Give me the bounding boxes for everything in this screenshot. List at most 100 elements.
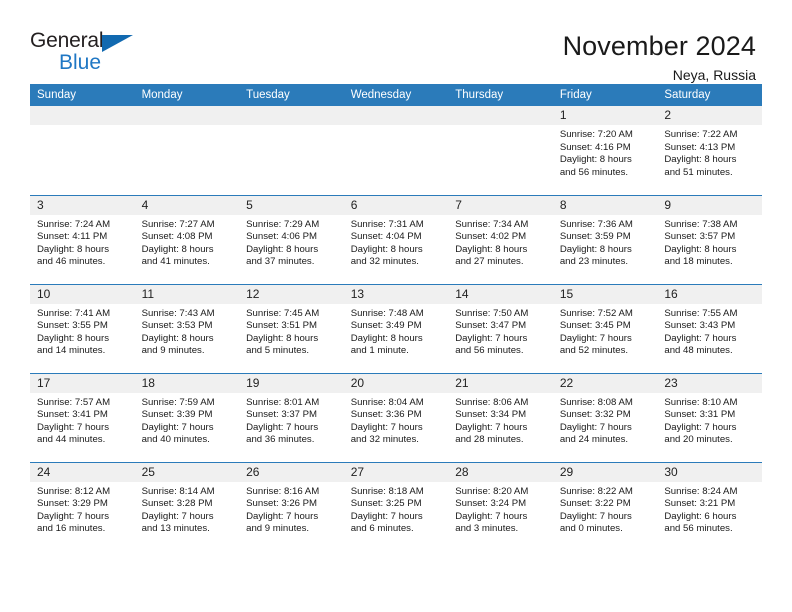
sunrise-text: Sunrise: 8:14 AM [141, 485, 215, 497]
day-cell-content: 14 Sunrise: 7:50 AM Sunset: 3:47 PM Dayligh… [448, 284, 553, 373]
day-number [239, 106, 344, 125]
daylight-text-line2: and 1 minute. [350, 345, 409, 357]
calendar-day-cell[interactable]: 28 Sunrise: 8:20 AM Sunset: 3:24 PM Dayligh… [448, 461, 553, 551]
calendar-day-cell[interactable]: 8 Sunrise: 7:36 AM Sunset: 3:59 PM Daylight… [552, 194, 658, 284]
calendar-day-cell[interactable]: 12 Sunrise: 7:45 AM Sunset: 3:51 PM Dayligh… [239, 283, 344, 373]
calendar-day-cell[interactable]: 19 Sunrise: 8:01 AM Sunset: 3:37 PM Dayligh… [239, 372, 344, 462]
calendar-day-cell[interactable]: 7 Sunrise: 7:34 AM Sunset: 4:02 PM Daylight… [448, 194, 553, 284]
sunset-text: Sunset: 4:16 PM [559, 141, 631, 153]
day-cell-content: 7 Sunrise: 7:34 AM Sunset: 4:02 PM Daylight… [448, 195, 553, 284]
day-details: Sunrise: 8:12 AM Sunset: 3:29 PM Daylight:… [30, 482, 135, 536]
calendar-day-cell[interactable]: 4 Sunrise: 7:27 AM Sunset: 4:08 PM Daylight… [134, 194, 240, 284]
day-cell-content: 15 Sunrise: 7:52 AM Sunset: 3:45 PM Dayligh… [552, 284, 658, 373]
sunrise-text: Sunrise: 8:08 AM [559, 396, 633, 408]
calendar-day-cell[interactable]: 1 Sunrise: 7:20 AM Sunset: 4:16 PM Daylight… [552, 106, 658, 195]
calendar-day-cell[interactable]: 20 Sunrise: 8:04 AM Sunset: 3:36 PM Dayligh… [343, 372, 449, 462]
calendar-day-cell[interactable]: 18 Sunrise: 7:59 AM Sunset: 3:39 PM Dayligh… [134, 372, 240, 462]
calendar-day-cell[interactable]: 21 Sunrise: 8:06 AM Sunset: 3:34 PM Dayligh… [448, 372, 553, 462]
calendar-day-cell[interactable]: 17 Sunrise: 7:57 AM Sunset: 3:41 PM Dayligh… [30, 372, 135, 462]
day-details: Sunrise: 7:41 AM Sunset: 3:55 PM Daylight:… [30, 304, 135, 358]
daylight-text-line1: Daylight: 7 hours [455, 332, 528, 344]
calendar-day-cell[interactable]: 15 Sunrise: 7:52 AM Sunset: 3:45 PM Dayligh… [552, 283, 658, 373]
sunset-text: Sunset: 3:25 PM [350, 498, 422, 510]
sunset-text: Sunset: 3:21 PM [664, 498, 736, 510]
calendar-day-cell-empty [30, 106, 135, 195]
day-cell-content: 26 Sunrise: 8:16 AM Sunset: 3:26 PM Dayligh… [239, 462, 344, 552]
calendar-day-cell[interactable]: 16 Sunrise: 7:55 AM Sunset: 3:43 PM Dayligh… [657, 283, 762, 373]
day-number: 22 [552, 373, 658, 393]
sunrise-text: Sunrise: 7:55 AM [664, 307, 738, 319]
daylight-text-line1: Daylight: 8 hours [350, 332, 423, 344]
calendar-day-cell[interactable]: 11 Sunrise: 7:43 AM Sunset: 3:53 PM Dayligh… [134, 283, 240, 373]
daylight-text-line1: Daylight: 8 hours [141, 243, 214, 255]
calendar-day-cell[interactable]: 5 Sunrise: 7:29 AM Sunset: 4:06 PM Daylight… [239, 194, 344, 284]
daylight-text-line1: Daylight: 7 hours [559, 510, 632, 522]
calendar-day-cell[interactable]: 22 Sunrise: 8:08 AM Sunset: 3:32 PM Dayligh… [552, 372, 658, 462]
day-number: 21 [448, 373, 553, 393]
day-number: 1 [552, 106, 658, 125]
daylight-text-line2: and 5 minutes. [246, 345, 310, 357]
daylight-text-line1: Daylight: 8 hours [664, 154, 737, 166]
day-cell-content: 6 Sunrise: 7:31 AM Sunset: 4:04 PM Daylight… [343, 195, 449, 284]
day-number: 25 [134, 462, 240, 482]
day-cell-content: 16 Sunrise: 7:55 AM Sunset: 3:43 PM Dayligh… [657, 284, 762, 373]
daylight-text-line1: Daylight: 6 hours [664, 510, 737, 522]
calendar-day-cell[interactable]: 26 Sunrise: 8:16 AM Sunset: 3:26 PM Dayligh… [239, 461, 344, 552]
sunrise-text: Sunrise: 7:52 AM [559, 307, 633, 319]
calendar-day-cell[interactable]: 24 Sunrise: 8:12 AM Sunset: 3:29 PM Dayligh… [30, 461, 135, 552]
daylight-text-line1: Daylight: 7 hours [455, 421, 528, 433]
daylight-text-line1: Daylight: 8 hours [350, 243, 423, 255]
sunrise-text: Sunrise: 8:20 AM [455, 485, 529, 497]
calendar-day-cell[interactable]: 3 Sunrise: 7:24 AM Sunset: 4:11 PM Daylight… [30, 194, 135, 284]
calendar-grid: Sunday Monday Tuesday Wednesday Thursday Frid… [30, 84, 762, 551]
day-number: 5 [239, 195, 344, 215]
daylight-text-line2: and 3 minutes. [455, 523, 519, 535]
day-details: Sunrise: 8:14 AM Sunset: 3:28 PM Daylight:… [135, 482, 240, 536]
weekday-header-friday: Friday [552, 84, 658, 106]
calendar-week-row: 1 Sunrise: 7:20 AM Sunset: 4:16 PM Daylight… [30, 106, 762, 195]
calendar-day-cell[interactable]: 14 Sunrise: 7:50 AM Sunset: 3:47 PM Dayligh… [448, 283, 553, 373]
general-blue-logo[interactable]: General Blue [30, 30, 150, 76]
day-details: Sunrise: 8:04 AM Sunset: 3:36 PM Daylight:… [344, 393, 449, 447]
day-cell-content: 24 Sunrise: 8:12 AM Sunset: 3:29 PM Dayligh… [30, 462, 135, 552]
day-details: Sunrise: 7:36 AM Sunset: 3:59 PM Daylight:… [553, 215, 658, 269]
daylight-text-line2: and 14 minutes. [37, 345, 106, 357]
daylight-text-line2: and 24 minutes. [559, 434, 629, 446]
daylight-text-line2: and 28 minutes. [455, 434, 524, 446]
day-number: 17 [30, 373, 135, 393]
sunset-text: Sunset: 3:22 PM [559, 498, 631, 510]
calendar-day-cell-empty [448, 106, 553, 195]
sunrise-text: Sunrise: 7:45 AM [246, 307, 320, 319]
sunset-text: Sunset: 4:13 PM [664, 141, 736, 153]
calendar-week-row: 3 Sunrise: 7:24 AM Sunset: 4:11 PM Daylight… [30, 194, 762, 284]
calendar-day-cell[interactable]: 13 Sunrise: 7:48 AM Sunset: 3:49 PM Dayligh… [343, 283, 449, 373]
day-details: Sunrise: 8:01 AM Sunset: 3:37 PM Daylight:… [239, 393, 344, 447]
day-number: 3 [30, 195, 135, 215]
sunrise-text: Sunrise: 7:24 AM [37, 218, 111, 230]
sunset-text: Sunset: 4:02 PM [455, 231, 527, 243]
daylight-text-line2: and 32 minutes. [350, 434, 419, 446]
day-details: Sunrise: 7:57 AM Sunset: 3:41 PM Daylight:… [30, 393, 135, 447]
calendar-day-cell[interactable]: 6 Sunrise: 7:31 AM Sunset: 4:04 PM Daylight… [343, 194, 449, 284]
daylight-text-line1: Daylight: 7 hours [37, 421, 109, 433]
calendar-day-cell[interactable]: 10 Sunrise: 7:41 AM Sunset: 3:55 PM Dayligh… [30, 283, 135, 373]
calendar-day-cell[interactable]: 2 Sunrise: 7:22 AM Sunset: 4:13 PM Daylight… [657, 106, 762, 195]
day-cell-content [448, 106, 553, 195]
calendar-day-cell[interactable]: 27 Sunrise: 8:18 AM Sunset: 3:25 PM Dayligh… [343, 461, 449, 551]
day-details: Sunrise: 7:34 AM Sunset: 4:02 PM Daylight:… [448, 215, 553, 269]
day-number: 29 [552, 462, 658, 482]
calendar-day-cell[interactable]: 25 Sunrise: 8:14 AM Sunset: 3:28 PM Dayligh… [134, 461, 240, 551]
calendar-day-cell[interactable]: 23 Sunrise: 8:10 AM Sunset: 3:31 PM Dayligh… [657, 372, 762, 462]
daylight-text-line2: and 51 minutes. [664, 166, 733, 178]
sunrise-text: Sunrise: 7:20 AM [559, 129, 633, 140]
day-details: Sunrise: 8:16 AM Sunset: 3:26 PM Daylight:… [239, 482, 344, 536]
daylight-text-line2: and 9 minutes. [141, 345, 205, 357]
calendar-day-cell[interactable]: 9 Sunrise: 7:38 AM Sunset: 3:57 PM Daylight… [657, 194, 762, 284]
day-number: 4 [134, 195, 240, 215]
day-details: Sunrise: 7:48 AM Sunset: 3:49 PM Daylight:… [344, 304, 449, 358]
calendar-week-row: 17 Sunrise: 7:57 AM Sunset: 3:41 PM Dayligh… [30, 372, 762, 462]
day-details: Sunrise: 7:20 AM Sunset: 4:16 PM Daylight:… [553, 125, 658, 179]
calendar-day-cell[interactable]: 30 Sunrise: 8:24 AM Sunset: 3:21 PM Dayligh… [657, 461, 762, 551]
day-details: Sunrise: 8:06 AM Sunset: 3:34 PM Daylight:… [448, 393, 553, 447]
calendar-day-cell[interactable]: 29 Sunrise: 8:22 AM Sunset: 3:22 PM Dayligh… [552, 461, 658, 551]
